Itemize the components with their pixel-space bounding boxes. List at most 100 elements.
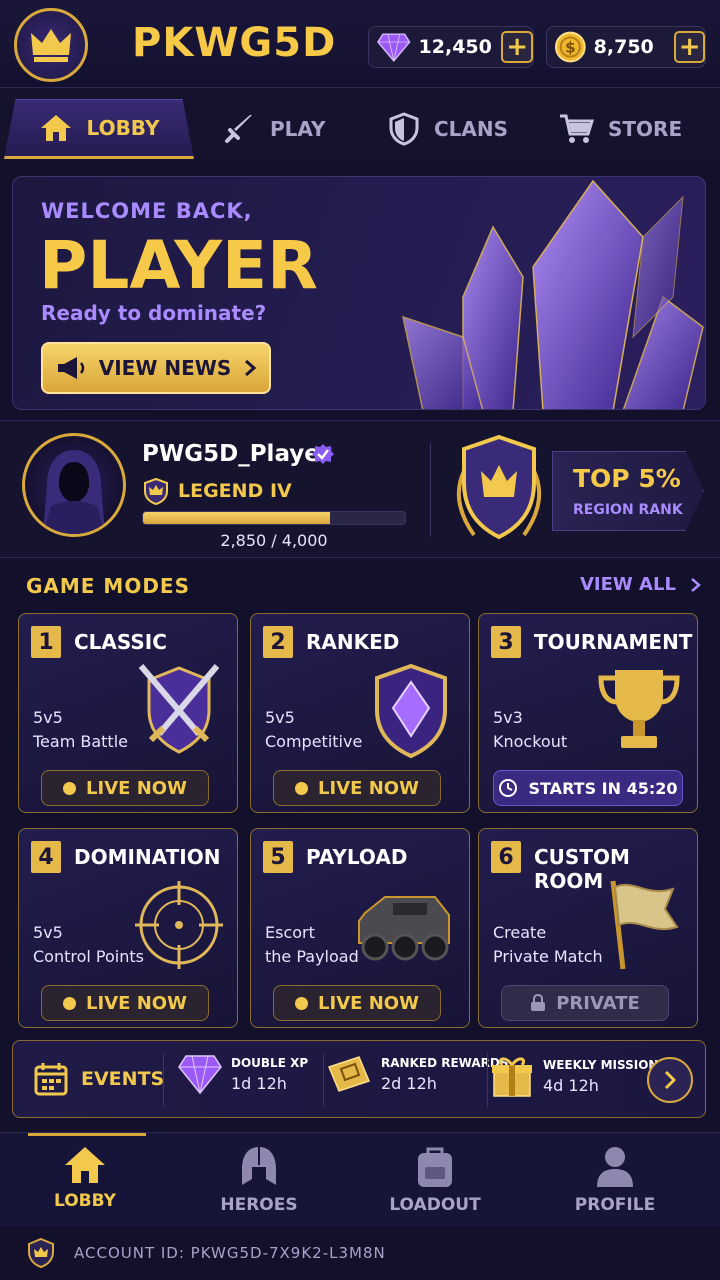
mode-name: PAYLOAD [306, 845, 408, 869]
player-heading: PLAYER [39, 227, 318, 304]
mode-name: RANKED [306, 630, 400, 654]
mode-format: Create [493, 923, 547, 942]
mode-number: 3 [491, 626, 521, 658]
active-tab-indicator [28, 1133, 146, 1136]
tab-label: STORE [608, 117, 683, 141]
flag-icon [610, 880, 679, 970]
mode-format: 5v5 [33, 708, 63, 727]
view-news-button[interactable]: VIEW NEWS [41, 342, 271, 394]
shield-crown-icon [28, 1237, 54, 1269]
chevron-right-icon [691, 577, 701, 592]
nav-label: PROFILE [574, 1195, 656, 1215]
mode-card-ranked[interactable]: 2 RANKED 5v5 Competitive LIVE NOW [250, 613, 470, 813]
tagline: Ready to dominate? [41, 301, 267, 325]
mode-description: Control Points [33, 947, 144, 966]
mode-card-domination[interactable]: 4 DOMINATION 5v5 Control Points LIVE NOW [18, 828, 238, 1028]
events-next-button[interactable] [647, 1057, 693, 1103]
mode-number: 5 [263, 841, 293, 873]
tab-lobby[interactable]: LOBBY [4, 99, 194, 159]
game-modes-title: GAME MODES [26, 574, 190, 598]
account-footer: ACCOUNT ID: PKWG5D-7X9K2-L3M8N [0, 1226, 720, 1280]
live-dot-icon [63, 781, 77, 795]
home-icon [65, 1147, 105, 1183]
event-name: DOUBLE XP [231, 1055, 309, 1070]
live-dot-icon [295, 781, 309, 795]
view-all-link[interactable]: VIEW ALL [580, 574, 702, 595]
region-rank-label: REGION RANK [573, 502, 683, 518]
avatar[interactable] [22, 433, 126, 537]
tournament-countdown: STARTS IN 45:20 [493, 770, 683, 806]
mode-card-classic[interactable]: 1 CLASSIC 5v5 Team Battle LIVE NOW [18, 613, 238, 813]
tab-play[interactable]: PLAY [222, 99, 325, 159]
mode-card-tournament[interactable]: 3 TOURNAMENT 5v3 Knockout STARTS IN 45:2… [478, 613, 698, 813]
chevron-right-icon [664, 1070, 677, 1090]
nav-label: LOBBY [54, 1191, 116, 1211]
tab-store[interactable]: STORE [558, 99, 682, 159]
add-gems-button[interactable]: + [501, 31, 533, 63]
cart-icon [558, 113, 594, 145]
trophy-icon [598, 670, 680, 748]
target-icon [135, 881, 223, 969]
mode-description: Private Match [493, 947, 603, 966]
mode-format: 5v5 [33, 923, 63, 942]
mode-description: Team Battle [33, 732, 128, 751]
mode-description: Competitive [265, 732, 363, 751]
status-badge: LIVE NOW [41, 770, 209, 806]
mode-name: TOURNAMENT [534, 630, 693, 654]
nav-label: HEROES [220, 1195, 298, 1215]
rank-badge-icon [144, 477, 168, 505]
crossed-swords-icon [138, 664, 220, 754]
nav-loadout[interactable]: LOADOUT [360, 1145, 510, 1215]
mode-number: 1 [31, 626, 61, 658]
top-bar: PKWG5D 12,450 + $ 8,750 + [0, 0, 720, 88]
region-rank-badge: TOP 5% REGION RANK [552, 451, 704, 531]
mode-format: 5v5 [265, 708, 295, 727]
mode-card-custom-room[interactable]: 6 CUSTOM ROOM Create Private Match PRIVA… [478, 828, 698, 1028]
mode-number: 6 [491, 841, 521, 873]
tab-clans[interactable]: CLANS [388, 99, 508, 159]
ticket-icon [327, 1056, 371, 1092]
player-rank: LEGEND IV [142, 477, 292, 505]
crystal-art [401, 179, 704, 409]
mode-description: Knockout [493, 732, 568, 751]
status-label: LIVE NOW [318, 777, 419, 799]
status-label: PRIVATE [556, 992, 640, 1014]
clock-icon [499, 779, 518, 797]
event-ranked-rewards[interactable]: RANKED REWARDS 2d 12h [325, 1053, 508, 1095]
user-icon [597, 1147, 633, 1187]
status-label: LIVE NOW [86, 992, 187, 1014]
live-dot-icon [295, 996, 309, 1010]
coin-balance: $ 8,750 + [546, 26, 706, 68]
nav-profile[interactable]: PROFILE [540, 1145, 690, 1215]
mode-format: Escort [265, 923, 315, 942]
crown-logo-icon[interactable] [14, 8, 88, 82]
mode-name: CLASSIC [74, 630, 167, 654]
nav-heroes[interactable]: HEROES [184, 1145, 334, 1215]
profile-divider [430, 443, 431, 537]
event-double-xp[interactable]: DOUBLE XP 1d 12h [177, 1053, 308, 1095]
verified-icon [312, 444, 334, 464]
view-news-label: VIEW NEWS [98, 356, 232, 380]
add-coins-button[interactable]: + [674, 31, 705, 63]
tab-label: CLANS [434, 117, 509, 141]
top-percent: TOP 5% [573, 464, 681, 493]
events-label[interactable]: EVENTS [33, 1061, 164, 1097]
sword-icon [222, 112, 256, 146]
mode-format: 5v3 [493, 708, 523, 727]
shield-icon [388, 112, 420, 146]
events-divider [323, 1053, 324, 1107]
event-weekly-missions[interactable]: WEEKLY MISSIONS 4d 12h [489, 1053, 667, 1099]
welcome-text: WELCOME BACK, [41, 199, 253, 223]
nav-lobby[interactable]: LOBBY [10, 1145, 160, 1211]
ranked-shield-icon [375, 663, 447, 759]
bottom-nav: LOBBY HEROES LOADOUT PROFILE [0, 1132, 720, 1226]
main-tabs: LOBBY PLAY CLANS STORE [0, 89, 720, 161]
events-divider [487, 1053, 488, 1107]
rank-emblem-icon [456, 434, 542, 540]
events-title: EVENTS [81, 1068, 165, 1090]
events-divider [163, 1053, 164, 1107]
mode-card-payload[interactable]: 5 PAYLOAD Escort the Payload LIVE NOW [250, 828, 470, 1028]
lock-icon [531, 994, 546, 1011]
app-title: PKWG5D [132, 20, 337, 66]
megaphone-icon [57, 357, 84, 379]
